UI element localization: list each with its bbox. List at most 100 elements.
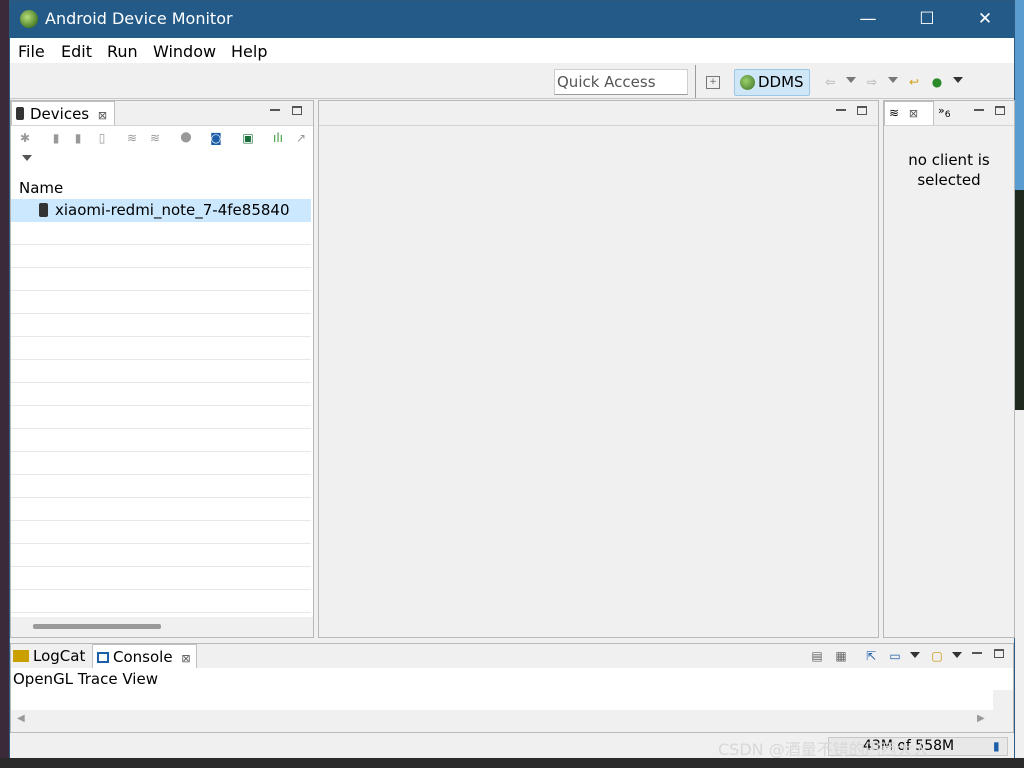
table-row-empty bbox=[11, 544, 311, 567]
table-row[interactable]: xiaomi-redmi_note_7-4fe85840 bbox=[11, 199, 311, 222]
close-tab-icon[interactable]: ⊠ bbox=[181, 652, 190, 665]
cause-gc-icon[interactable]: ▯ bbox=[94, 130, 110, 146]
table-row-empty bbox=[11, 245, 311, 268]
open-console-dropdown-icon[interactable] bbox=[952, 652, 962, 658]
ddms-icon bbox=[740, 75, 755, 90]
table-row-empty bbox=[11, 268, 311, 291]
minimize-panel-icon[interactable] bbox=[270, 109, 280, 111]
minimize-editor-icon[interactable] bbox=[836, 109, 846, 111]
tab-console[interactable]: Console ⊠ bbox=[92, 644, 197, 668]
systrace-icon[interactable]: ılı bbox=[270, 130, 286, 146]
run-dropdown-icon[interactable] bbox=[953, 77, 963, 83]
close-button[interactable]: ✕ bbox=[956, 1, 1014, 38]
console-horizontal-scrollbar[interactable]: ◀ ▶ bbox=[11, 710, 1013, 732]
editor-area bbox=[318, 100, 879, 638]
stop-process-icon[interactable]: ⬤ bbox=[178, 130, 194, 146]
run-gc-icon[interactable]: ▮ bbox=[993, 739, 1000, 753]
desktop-background-left bbox=[0, 0, 9, 768]
toolbar-separator bbox=[695, 65, 696, 98]
tab-devices[interactable]: Devices ⊠ bbox=[11, 101, 115, 125]
column-header-name[interactable]: Name bbox=[19, 179, 63, 197]
table-row-empty bbox=[11, 567, 311, 590]
horizontal-scrollbar[interactable] bbox=[11, 617, 313, 637]
menu-run[interactable]: Run bbox=[107, 42, 138, 61]
minimize-panel-icon[interactable] bbox=[974, 109, 984, 111]
window-title: Android Device Monitor bbox=[45, 9, 233, 28]
nav-back-dropdown-icon[interactable] bbox=[846, 77, 856, 83]
maximize-button[interactable]: ☐ bbox=[898, 1, 956, 38]
menu-file[interactable]: File bbox=[18, 42, 45, 61]
view-menu-dropdown-icon[interactable] bbox=[22, 155, 32, 161]
logcat-icon bbox=[13, 650, 29, 662]
phone-icon bbox=[16, 107, 24, 120]
update-threads-icon[interactable]: ≋ bbox=[124, 130, 140, 146]
maximize-panel-icon[interactable] bbox=[292, 106, 302, 115]
app-logo-icon bbox=[20, 10, 38, 28]
watermark: CSDN @酒量不错的巴西大人 bbox=[718, 740, 929, 759]
status-bar: 43M of 558M ▮ CSDN @酒量不错的巴西大人 bbox=[10, 734, 1014, 759]
scroll-right-icon[interactable]: ▶ bbox=[977, 713, 985, 724]
minimize-button[interactable]: — bbox=[839, 1, 897, 38]
console-tab-header: LogCat Console ⊠ ▤ ▦ ⇱ ▭ ▢ bbox=[11, 644, 1013, 668]
open-perspective-icon[interactable]: + bbox=[706, 76, 720, 89]
table-row-empty bbox=[11, 222, 311, 245]
menu-help[interactable]: Help bbox=[231, 42, 267, 61]
maximize-editor-icon[interactable] bbox=[857, 106, 867, 115]
last-edit-icon[interactable]: ↩ bbox=[906, 74, 922, 90]
pin-console-icon[interactable]: ⇱ bbox=[863, 648, 879, 664]
table-row-empty bbox=[11, 521, 311, 544]
console-icon bbox=[97, 652, 109, 663]
screen-capture-icon[interactable]: ◙ bbox=[208, 130, 224, 146]
scroll-lock-icon[interactable]: ▦ bbox=[833, 648, 849, 664]
menu-window[interactable]: Window bbox=[153, 42, 216, 61]
main-toolbar: Quick Access + DDMS ⇦ ⇨ ↩ ● bbox=[10, 63, 1014, 99]
maximize-panel-icon[interactable] bbox=[995, 106, 1005, 115]
table-row-empty bbox=[11, 383, 311, 406]
tab-overflow-chevron[interactable]: »6 bbox=[938, 104, 951, 120]
update-heap-icon[interactable]: ▮ bbox=[48, 130, 64, 146]
nav-back-icon[interactable]: ⇦ bbox=[822, 74, 838, 90]
close-tab-icon[interactable]: ⊠ bbox=[98, 109, 107, 122]
table-row-empty bbox=[11, 291, 311, 314]
editor-tab-header bbox=[319, 101, 878, 126]
table-row-empty bbox=[11, 406, 311, 429]
quick-access-input[interactable]: Quick Access bbox=[554, 69, 688, 95]
scroll-left-icon[interactable]: ◀ bbox=[17, 713, 25, 724]
console-title: OpenGL Trace View bbox=[11, 668, 1013, 690]
devices-panel: Devices ⊠ ✱ ▮ ▮ ▯ ≋ ≋ ⬤ ◙ ▣ ılı ↗ Name x… bbox=[10, 100, 314, 638]
tab-threads[interactable]: ≋ ⊠ bbox=[884, 101, 934, 125]
app-window: Android Device Monitor — ☐ ✕ File Edit R… bbox=[9, 0, 1015, 759]
opengl-trace-icon[interactable]: ↗ bbox=[293, 130, 309, 146]
open-console-icon[interactable]: ▢ bbox=[929, 648, 945, 664]
table-row-empty bbox=[11, 475, 311, 498]
threads-panel: ≋ ⊠ »6 no client is selected bbox=[883, 100, 1015, 638]
scrollbar-thumb[interactable] bbox=[33, 624, 161, 629]
dump-hprof-icon[interactable]: ▮ bbox=[70, 130, 86, 146]
menu-edit[interactable]: Edit bbox=[61, 42, 92, 61]
desktop-background-right bbox=[1015, 0, 1024, 768]
tab-logcat[interactable]: LogCat bbox=[13, 647, 85, 665]
devices-tab-header: Devices ⊠ bbox=[11, 101, 313, 126]
title-bar[interactable]: Android Device Monitor — ☐ ✕ bbox=[10, 1, 1014, 38]
table-row-empty bbox=[11, 498, 311, 521]
maximize-panel-icon[interactable] bbox=[994, 649, 1004, 658]
table-row-empty bbox=[11, 429, 311, 452]
display-console-icon[interactable]: ▭ bbox=[887, 648, 903, 664]
threads-icon: ≋ bbox=[889, 106, 900, 120]
nav-forward-dropdown-icon[interactable] bbox=[888, 77, 898, 83]
no-client-message: no client is selected bbox=[908, 151, 990, 189]
debug-process-icon[interactable]: ✱ bbox=[17, 130, 33, 146]
menu-bar: File Edit Run Window Help bbox=[10, 38, 1014, 63]
clear-console-icon[interactable]: ▤ bbox=[809, 648, 825, 664]
close-tab-icon[interactable]: ⊠ bbox=[909, 107, 918, 120]
console-text-area[interactable] bbox=[11, 690, 993, 710]
ddms-perspective-button[interactable]: DDMS bbox=[734, 69, 810, 96]
display-console-dropdown-icon[interactable] bbox=[910, 652, 920, 658]
table-row-empty bbox=[11, 314, 311, 337]
start-profiling-icon[interactable]: ≋ bbox=[147, 130, 163, 146]
console-panel: LogCat Console ⊠ ▤ ▦ ⇱ ▭ ▢ OpenGL Trace … bbox=[10, 643, 1014, 733]
run-icon[interactable]: ● bbox=[929, 74, 945, 90]
nav-forward-icon[interactable]: ⇨ bbox=[864, 74, 880, 90]
minimize-panel-icon[interactable] bbox=[972, 652, 982, 654]
dump-view-hierarchy-icon[interactable]: ▣ bbox=[240, 130, 256, 146]
